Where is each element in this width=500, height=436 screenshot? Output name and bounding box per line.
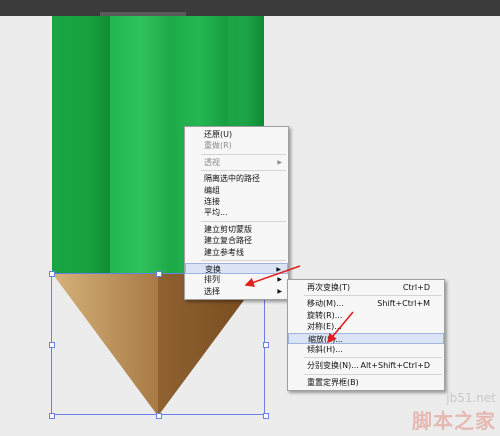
watermark: jb51.net 脚本之家: [412, 391, 496, 434]
watermark-brand: 脚本之家: [412, 409, 496, 433]
annotation-arrow-scale: [326, 311, 354, 344]
annotation-arrows: [244, 265, 354, 344]
annotation-arrow-transform: [244, 265, 301, 287]
watermark-site: jb51.net: [446, 391, 496, 405]
